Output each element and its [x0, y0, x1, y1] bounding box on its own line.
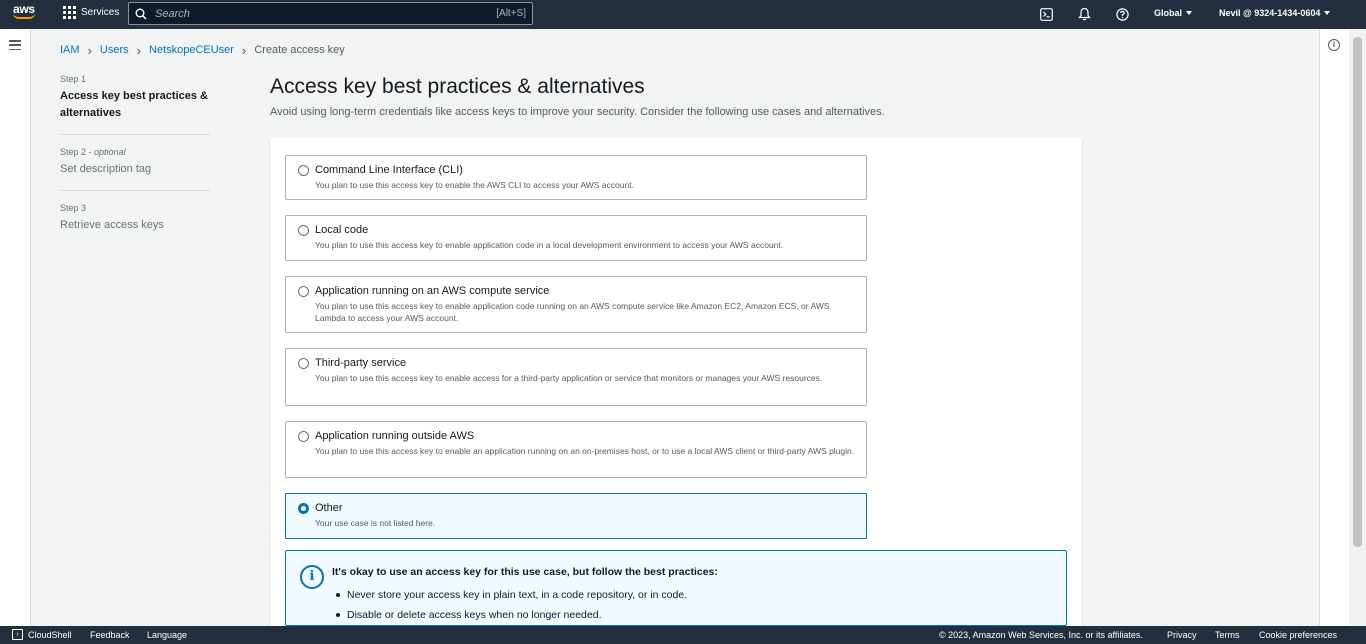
breadcrumb-user[interactable]: NetskopeCEUser	[149, 44, 234, 56]
alert-list-item: Never store your access key in plain tex…	[332, 585, 687, 605]
info-icon[interactable]: i	[1328, 39, 1340, 51]
option-title: Application running on an AWS compute se…	[315, 285, 550, 297]
step-3: Step 3 Retrieve access keys	[60, 203, 210, 246]
chevron-right-icon: ›	[241, 42, 247, 58]
option-description: Your use case is not listed here.	[315, 518, 436, 528]
right-rail: i	[1319, 29, 1349, 626]
region-selector[interactable]: Global	[1154, 8, 1193, 18]
search-icon	[135, 8, 147, 20]
breadcrumb-current: Create access key	[254, 44, 345, 56]
wizard-steps: Step 1 Access key best practices & alter…	[60, 74, 210, 258]
option-third-party[interactable]: Third-party service You plan to use this…	[285, 348, 867, 406]
option-local-code[interactable]: Local code You plan to use this access k…	[285, 215, 867, 261]
aws-logo-text: aws	[13, 2, 35, 16]
cloudshell-icon[interactable]	[1038, 6, 1054, 22]
grid-icon	[63, 6, 76, 19]
step-optional-label: optional	[94, 147, 126, 157]
step-number: Step 3	[60, 203, 87, 213]
info-alert: i It's okay to use an access key for thi…	[285, 550, 1067, 626]
services-label: Services	[81, 7, 120, 18]
radio-button[interactable]	[298, 358, 309, 369]
step-2: Step 2 - optional Set description tag	[60, 147, 210, 191]
breadcrumb-iam[interactable]: IAM	[60, 44, 80, 56]
alert-title: It's okay to use an access key for this …	[332, 566, 718, 578]
footer-cloudshell[interactable]: CloudShell	[28, 630, 72, 640]
step-title[interactable]: Set description tag	[60, 161, 210, 178]
footer: › CloudShell Feedback Language © 2023, A…	[0, 626, 1366, 644]
step-number: Step 1	[60, 74, 87, 84]
option-title: Third-party service	[315, 357, 407, 369]
chevron-right-icon: ›	[136, 42, 141, 58]
step-title: Access key best practices & alternatives	[60, 90, 208, 119]
help-icon[interactable]	[1114, 6, 1130, 22]
option-title: Other	[315, 502, 343, 514]
caret-down-icon	[1186, 11, 1193, 15]
radio-button[interactable]	[298, 225, 309, 236]
alert-list-item: Disable or delete access keys when no lo…	[332, 605, 687, 625]
account-label: Nevil @ 9324-1434-0604	[1219, 8, 1321, 18]
footer-privacy[interactable]: Privacy	[1167, 630, 1197, 640]
step-1: Step 1 Access key best practices & alter…	[60, 74, 210, 135]
search-bar[interactable]: [Alt+S]	[128, 2, 533, 25]
search-input[interactable]	[155, 7, 497, 20]
info-icon: i	[300, 565, 324, 589]
page-title: Access key best practices & alternatives	[270, 75, 645, 98]
alert-list: Never store your access key in plain tex…	[332, 585, 687, 625]
aws-logo[interactable]: aws	[13, 3, 39, 25]
option-description: You plan to use this access key to enabl…	[315, 240, 784, 250]
breadcrumb-users[interactable]: Users	[100, 44, 129, 56]
option-description: You plan to use this access key to enabl…	[315, 446, 855, 456]
radio-button[interactable]	[298, 286, 309, 297]
top-navigation: aws Services [Alt+S] Global Nevil @ 9324…	[0, 0, 1366, 29]
caret-down-icon	[1324, 11, 1331, 15]
option-description: You plan to use this access key to enabl…	[315, 373, 823, 383]
radio-button-selected[interactable]	[298, 503, 309, 514]
step-number: Step 2 - optional	[60, 147, 126, 157]
option-description: You plan to use this access key to enabl…	[315, 180, 634, 190]
footer-terms[interactable]: Terms	[1215, 630, 1240, 640]
scrollbar[interactable]	[1349, 29, 1366, 626]
option-title: Application running outside AWS	[315, 430, 475, 442]
chevron-right-icon: ›	[87, 42, 92, 58]
option-description: You plan to use this access key to enabl…	[315, 301, 830, 323]
option-title: Local code	[315, 224, 369, 236]
footer-cookie-preferences[interactable]: Cookie preferences	[1259, 630, 1337, 640]
services-menu-button[interactable]: Services	[63, 6, 119, 19]
footer-feedback[interactable]: Feedback	[90, 630, 130, 640]
option-cli[interactable]: Command Line Interface (CLI) You plan to…	[285, 155, 867, 200]
option-title: Command Line Interface (CLI)	[315, 164, 463, 176]
page-description: Avoid using long-term credentials like a…	[270, 106, 885, 118]
step-title[interactable]: Retrieve access keys	[60, 217, 210, 234]
footer-copyright: © 2023, Amazon Web Services, Inc. or its…	[939, 630, 1143, 640]
footer-language[interactable]: Language	[147, 630, 187, 640]
option-outside-aws[interactable]: Application running outside AWS You plan…	[285, 421, 867, 478]
cloudshell-icon[interactable]: ›	[12, 629, 23, 640]
radio-button[interactable]	[298, 165, 309, 176]
region-label: Global	[1154, 8, 1183, 18]
option-other[interactable]: Other Your use case is not listed here.	[285, 493, 867, 539]
option-aws-compute[interactable]: Application running on an AWS compute se…	[285, 276, 867, 333]
breadcrumb: IAM › Users › NetskopeCEUser › Create ac…	[60, 42, 345, 58]
scroll-thumb[interactable]	[1353, 37, 1362, 547]
account-menu[interactable]: Nevil @ 9324-1434-0604	[1219, 8, 1331, 18]
bell-icon[interactable]	[1076, 6, 1092, 22]
search-shortcut: [Alt+S]	[496, 8, 526, 19]
radio-button[interactable]	[298, 431, 309, 442]
menu-icon[interactable]	[9, 40, 21, 50]
left-rail	[0, 29, 31, 626]
